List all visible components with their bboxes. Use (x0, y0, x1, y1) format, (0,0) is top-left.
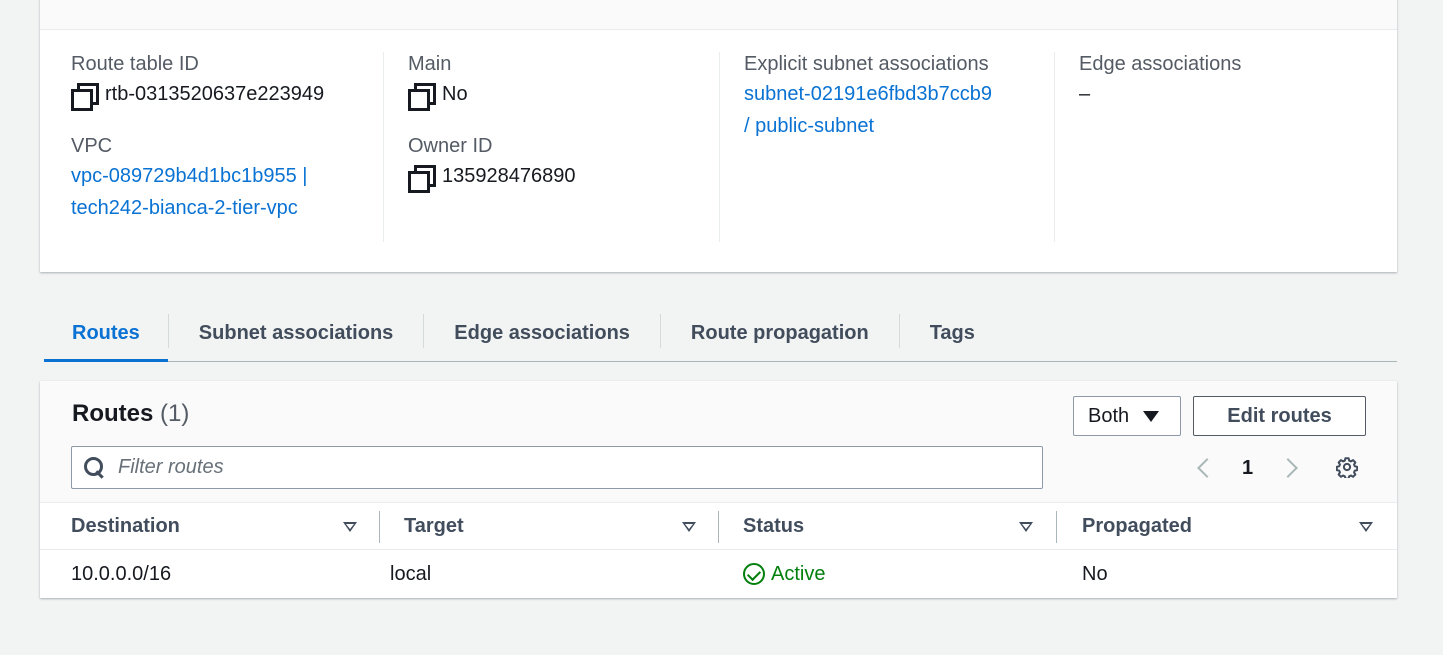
routes-panel: Routes (1) Both Edit routes 1 Destinatio… (40, 381, 1397, 598)
copy-icon[interactable] (71, 83, 99, 111)
routes-title: Routes (72, 400, 154, 427)
routes-panel-header: Routes (1) Both Edit routes 1 (40, 381, 1397, 503)
settings-gear-icon[interactable] (1336, 456, 1358, 478)
status-text: Active (771, 562, 826, 585)
cell-target: local (390, 562, 432, 585)
owner-id-text: 135928476890 (442, 165, 576, 187)
owner-id-label: Owner ID (408, 135, 493, 157)
vpc-link-line-1[interactable]: vpc-089729b4d1bc1b955 | (71, 160, 383, 192)
details-panel-header (40, 0, 1397, 30)
route-table-id-value: rtb-0313520637e223949 (71, 78, 383, 111)
vpc-label: VPC (71, 135, 113, 157)
tab-subnet-associations[interactable]: Subnet associations (169, 306, 424, 361)
column-header-propagated[interactable]: Propagated (1082, 503, 1382, 550)
column-resizer[interactable] (1056, 511, 1057, 543)
owner-id-value: 135928476890 (408, 160, 719, 193)
routes-heading: Routes (1) (72, 397, 189, 431)
main-value: No (408, 78, 719, 111)
copy-icon[interactable] (408, 83, 436, 111)
sort-icon[interactable] (682, 522, 696, 532)
edge-associations-label: Edge associations (1079, 53, 1242, 75)
routes-count: (1) (160, 400, 190, 427)
routes-table-header: Destination Target Status Propagated (40, 503, 1397, 550)
route-type-select[interactable]: Both (1073, 396, 1181, 436)
tab-routes[interactable]: Routes (44, 306, 168, 362)
column-header-propagated-label: Propagated (1082, 515, 1193, 537)
sort-icon[interactable] (1019, 522, 1033, 532)
status-indicator: Active (743, 563, 825, 586)
route-table-id-text: rtb-0313520637e223949 (105, 83, 325, 105)
tab-edge-associations[interactable]: Edge associations (424, 306, 660, 361)
details-column-1: Route table ID rtb-0313520637e223949 VPC… (71, 52, 383, 242)
details-column-2: Main No Owner ID 135928476890 (383, 52, 719, 242)
filter-routes-input[interactable] (118, 456, 1018, 479)
explicit-subnet-label: Explicit subnet associations (744, 53, 989, 75)
copy-icon[interactable] (408, 165, 436, 193)
chevron-left-icon[interactable] (1197, 458, 1217, 478)
column-header-target[interactable]: Target (404, 503, 724, 550)
cell-status: Active (743, 550, 825, 598)
filter-routes-field[interactable] (71, 446, 1043, 489)
column-resizer[interactable] (379, 511, 380, 543)
cell-destination: 10.0.0.0/16 (71, 562, 172, 585)
sort-icon[interactable] (1359, 522, 1373, 532)
column-header-destination[interactable]: Destination (71, 503, 389, 550)
details-column-3: Explicit subnet associations subnet-0219… (719, 52, 1054, 242)
pagination: 1 (1192, 453, 1303, 483)
column-header-status[interactable]: Status (743, 503, 1063, 550)
route-type-select-value: Both (1088, 404, 1130, 427)
sort-icon[interactable] (343, 522, 357, 532)
column-header-status-label: Status (743, 515, 805, 537)
edge-associations-value: – (1079, 83, 1091, 105)
tab-route-propagation[interactable]: Route propagation (661, 306, 899, 361)
subnet-link-line-1[interactable]: subnet-02191e6fbd3b7ccb9 (744, 78, 1054, 110)
route-table-id-label: Route table ID (71, 53, 199, 75)
column-resizer[interactable] (718, 511, 719, 543)
vpc-link[interactable]: vpc-089729b4d1bc1b955 | tech242-bianca-2… (71, 160, 383, 224)
status-check-icon (743, 563, 765, 585)
main-value-text: No (442, 83, 468, 105)
current-page[interactable]: 1 (1242, 457, 1253, 480)
tab-tags[interactable]: Tags (900, 306, 1005, 361)
column-header-target-label: Target (404, 515, 464, 537)
route-table-details-panel: Route table ID rtb-0313520637e223949 VPC… (40, 0, 1397, 272)
tab-bar: Routes Subnet associations Edge associat… (44, 306, 1397, 362)
explicit-subnet-link[interactable]: subnet-02191e6fbd3b7ccb9 / public-subnet (744, 78, 1054, 142)
chevron-right-icon[interactable] (1278, 458, 1299, 478)
subnet-link-line-2[interactable]: / public-subnet (744, 110, 1054, 142)
edit-routes-button[interactable]: Edit routes (1193, 396, 1366, 436)
vpc-link-line-2[interactable]: tech242-bianca-2-tier-vpc (71, 192, 383, 224)
details-column-4: Edge associations – (1054, 52, 1354, 242)
main-label: Main (408, 53, 452, 75)
caret-down-icon (1143, 410, 1160, 422)
search-icon (84, 456, 106, 479)
table-row[interactable]: 10.0.0.0/16 local Active No (40, 550, 1397, 598)
column-header-destination-label: Destination (71, 515, 180, 537)
cell-propagated: No (1082, 562, 1108, 585)
